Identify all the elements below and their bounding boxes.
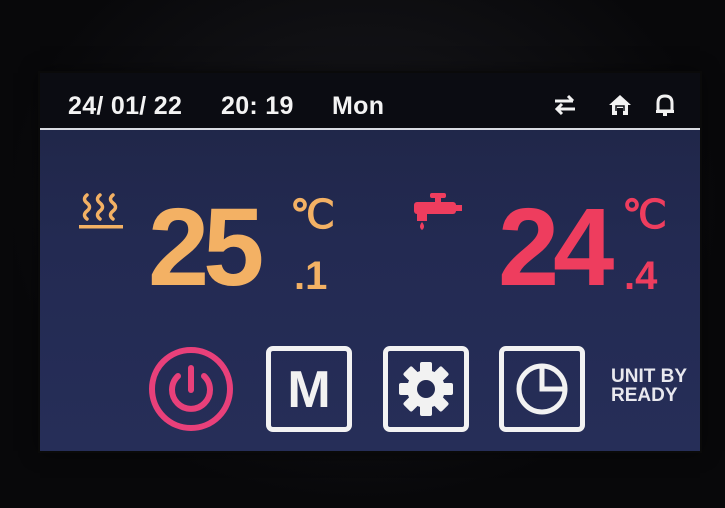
clock-icon <box>516 363 568 415</box>
unit-status-line2: READY <box>611 385 678 406</box>
hot-water-decimal: .4 <box>624 254 658 298</box>
date-display: 24/ 01/ 22 <box>68 92 183 120</box>
status-bar: 24/ 01/ 22 20: 19 Mon <box>40 73 700 130</box>
day-display: Mon <box>332 92 385 120</box>
mode-button[interactable]: M <box>266 346 352 432</box>
time-display: 20: 19 <box>221 92 294 120</box>
timer-button[interactable] <box>499 346 585 432</box>
hot-water-unit: ℃ <box>622 193 667 237</box>
heating-icon <box>79 193 123 229</box>
gear-icon <box>399 362 453 416</box>
settings-button[interactable] <box>383 346 469 432</box>
power-icon <box>149 347 233 431</box>
heating-unit: ℃ <box>290 193 335 237</box>
unit-status: UNIT BY READY <box>611 367 696 405</box>
display-screen: 24/ 01/ 22 20: 19 Mon 25 ℃ .1 24 ℃ .4 M … <box>40 73 700 451</box>
power-button[interactable] <box>148 346 234 432</box>
home-icon[interactable] <box>607 92 633 118</box>
mode-label: M <box>287 361 331 419</box>
heating-decimal: .1 <box>294 254 328 298</box>
tap-icon <box>414 193 462 230</box>
unit-status-line1: UNIT BY <box>611 366 687 387</box>
transfer-icon[interactable] <box>552 92 578 118</box>
bell-icon[interactable] <box>652 92 678 118</box>
hot-water-temperature: 24 <box>498 186 614 309</box>
heating-temperature: 25 <box>148 186 264 309</box>
